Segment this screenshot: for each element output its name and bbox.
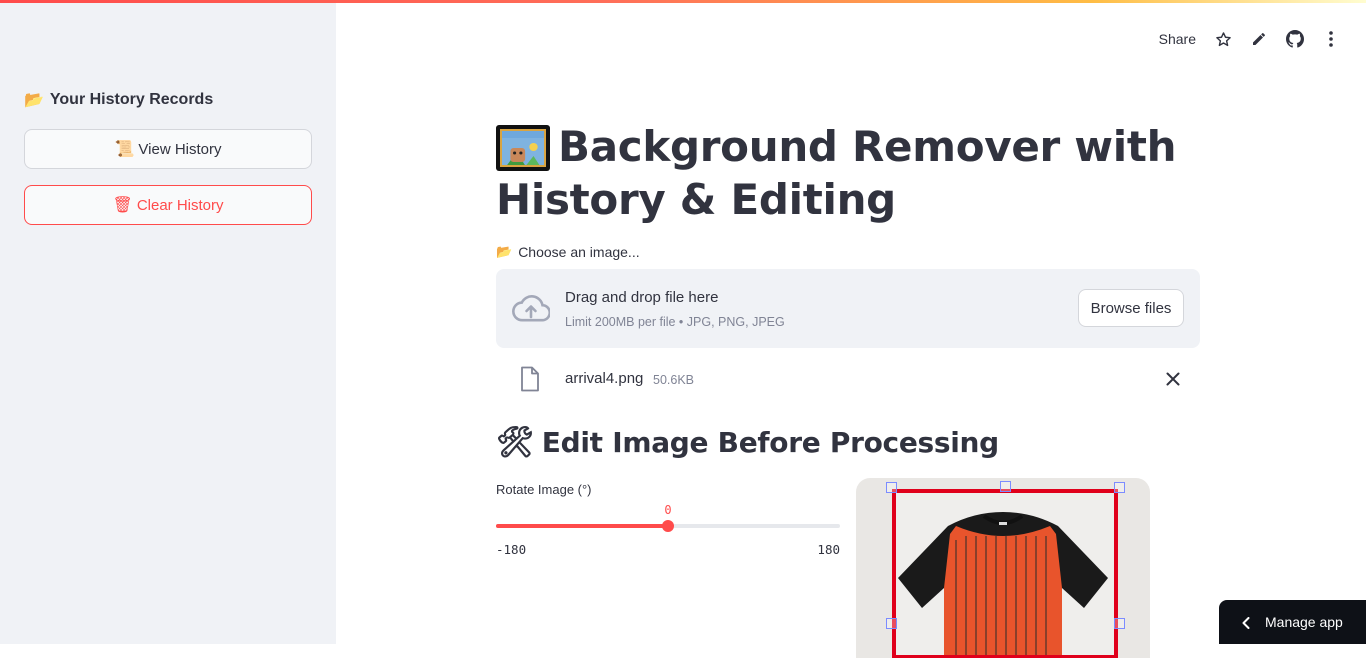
uploaded-file-row: arrival4.png 50.6KB	[496, 362, 1200, 398]
slider-max: 180	[817, 542, 840, 557]
edit-section-heading: 🛠 Edit Image Before Processing	[496, 426, 999, 459]
crop-handle[interactable]	[1114, 482, 1125, 493]
github-icon[interactable]	[1286, 30, 1304, 48]
clear-history-button[interactable]: 🗑 Clear History	[24, 185, 312, 225]
scroll-icon: 📜	[114, 139, 135, 158]
wastebasket-icon: 🗑	[112, 195, 133, 214]
framed-picture-icon	[496, 125, 550, 171]
header-actions: Share	[1159, 28, 1340, 50]
crop-handle[interactable]	[1114, 618, 1125, 629]
page-title-text: Background Remover with History & Editin…	[496, 122, 1177, 224]
folder-icon: 📂	[496, 244, 513, 260]
dropzone-subtitle: Limit 200MB per file • JPG, PNG, JPEG	[565, 315, 785, 329]
file-icon	[520, 366, 540, 392]
crop-box[interactable]	[892, 489, 1118, 658]
browse-files-button[interactable]: Browse files	[1078, 289, 1184, 327]
close-icon[interactable]	[1164, 370, 1182, 388]
cloud-upload-icon	[512, 293, 552, 323]
star-icon[interactable]	[1214, 30, 1232, 48]
page-title: Background Remover with History & Editin…	[496, 120, 1200, 226]
dropzone-title: Drag and drop file here	[565, 289, 719, 306]
sidebar-header-label: Your History Records	[49, 91, 214, 108]
file-dropzone[interactable]: Drag and drop file here Limit 200MB per …	[496, 269, 1200, 348]
hammer-and-wrench-icon: 🛠	[496, 424, 534, 460]
crop-handle[interactable]	[886, 482, 897, 493]
top-decoration-bar	[0, 0, 1366, 3]
manage-app-button[interactable]: Manage app	[1219, 600, 1366, 644]
rotate-slider-label: Rotate Image (°)	[496, 482, 592, 497]
file-name: arrival4.png	[565, 370, 644, 387]
rotate-slider[interactable]: 0 -180 180	[496, 500, 840, 560]
slider-min: -180	[496, 542, 527, 557]
sidebar-header: 📂 Your History Records	[24, 91, 213, 109]
manage-app-label: Manage app	[1265, 614, 1343, 630]
view-history-button[interactable]: 📜 View History	[24, 129, 312, 169]
more-vertical-icon[interactable]	[1322, 30, 1340, 48]
crop-handle[interactable]	[886, 618, 897, 629]
slider-thumb[interactable]	[662, 520, 674, 532]
share-button[interactable]: Share	[1159, 31, 1196, 47]
crop-handle[interactable]	[1000, 481, 1011, 492]
file-size: 50.6KB	[653, 373, 695, 387]
chevron-left-icon	[1241, 616, 1251, 629]
pencil-icon[interactable]	[1250, 30, 1268, 48]
edit-section-title: Edit Image Before Processing	[541, 426, 999, 459]
uploader-label: 📂 Choose an image...	[496, 244, 640, 260]
image-crop-canvas[interactable]	[856, 478, 1150, 658]
slider-fill	[496, 524, 668, 528]
sidebar: 📂 Your History Records 📜 View History 🗑 …	[0, 0, 336, 644]
view-history-label: View History	[138, 140, 222, 158]
uploader-label-text: Choose an image...	[518, 244, 640, 260]
clear-history-label: Clear History	[136, 196, 224, 214]
slider-value: 0	[664, 503, 672, 517]
folder-icon: 📂	[24, 90, 44, 109]
